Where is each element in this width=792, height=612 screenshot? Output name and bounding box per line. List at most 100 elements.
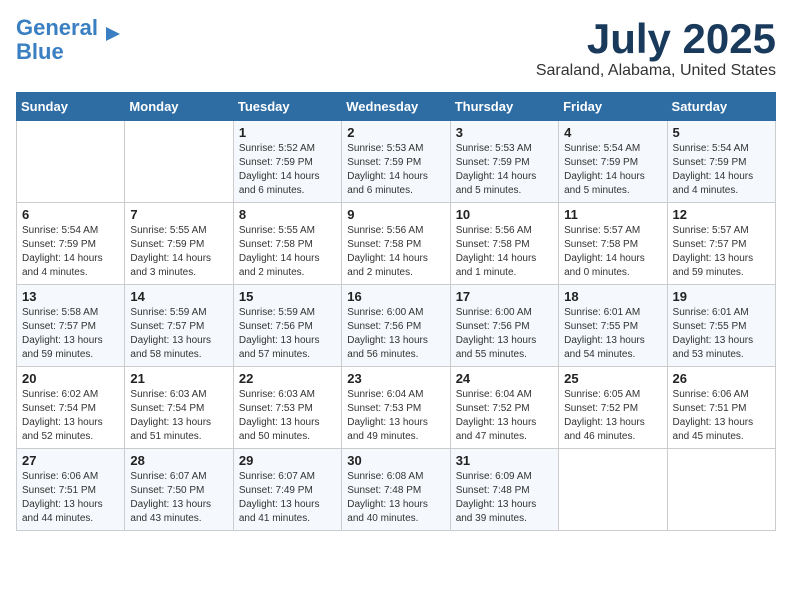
- calendar-cell: [125, 121, 233, 203]
- day-info: Sunrise: 5:57 AM Sunset: 7:58 PM Dayligh…: [564, 224, 661, 280]
- day-number: 16: [347, 289, 444, 304]
- calendar-cell: 8 Sunrise: 5:55 AM Sunset: 7:58 PM Daylig…: [233, 203, 341, 285]
- day-number: 25: [564, 371, 661, 386]
- day-number: 6: [22, 207, 119, 222]
- day-number: 11: [564, 207, 661, 222]
- day-info: Sunrise: 5:59 AM Sunset: 7:56 PM Dayligh…: [239, 306, 336, 362]
- calendar-cell: 6 Sunrise: 5:54 AM Sunset: 7:59 PM Daylig…: [17, 203, 125, 285]
- calendar-cell: 14Sunrise: 5:59 AM Sunset: 7:57 PM Dayli…: [125, 285, 233, 367]
- day-info: Sunrise: 6:04 AM Sunset: 7:52 PM Dayligh…: [456, 388, 553, 444]
- day-info: Sunrise: 5:54 AM Sunset: 7:59 PM Dayligh…: [564, 142, 661, 198]
- calendar-cell: 18Sunrise: 6:01 AM Sunset: 7:55 PM Dayli…: [559, 285, 667, 367]
- weekday-header: Sunday: [17, 93, 125, 121]
- day-info: Sunrise: 6:09 AM Sunset: 7:48 PM Dayligh…: [456, 470, 553, 526]
- logo-text: GeneralBlue: [16, 16, 98, 64]
- calendar-cell: [17, 121, 125, 203]
- page-header: GeneralBlue July 2025 Saraland, Alabama,…: [16, 16, 776, 80]
- calendar-cell: 31 Sunrise: 6:09 AM Sunset: 7:48 PM Dayli…: [450, 449, 558, 531]
- day-info: Sunrise: 5:58 AM Sunset: 7:57 PM Dayligh…: [22, 306, 119, 362]
- day-number: 28: [130, 453, 227, 468]
- calendar-cell: 3 Sunrise: 5:53 AM Sunset: 7:59 PM Daylig…: [450, 121, 558, 203]
- day-info: Sunrise: 5:53 AM Sunset: 7:59 PM Dayligh…: [347, 142, 444, 198]
- day-number: 9: [347, 207, 444, 222]
- title-block: July 2025 Saraland, Alabama, United Stat…: [536, 16, 776, 80]
- weekday-header: Wednesday: [342, 93, 450, 121]
- day-number: 19: [673, 289, 770, 304]
- calendar-cell: 10 Sunrise: 5:56 AM Sunset: 7:58 PM Dayli…: [450, 203, 558, 285]
- calendar-cell: 7Sunrise: 5:55 AM Sunset: 7:59 PM Daylig…: [125, 203, 233, 285]
- calendar-cell: 5 Sunrise: 5:54 AM Sunset: 7:59 PM Daylig…: [667, 121, 775, 203]
- logo: GeneralBlue: [16, 16, 124, 64]
- calendar-cell: 11 Sunrise: 5:57 AM Sunset: 7:58 PM Dayli…: [559, 203, 667, 285]
- calendar-cell: 25 Sunrise: 6:05 AM Sunset: 7:52 PM Dayli…: [559, 367, 667, 449]
- day-info: Sunrise: 6:01 AM Sunset: 7:55 PM Dayligh…: [673, 306, 770, 362]
- day-info: Sunrise: 6:07 AM Sunset: 7:49 PM Dayligh…: [239, 470, 336, 526]
- calendar-cell: 9 Sunrise: 5:56 AM Sunset: 7:58 PM Daylig…: [342, 203, 450, 285]
- day-number: 17: [456, 289, 553, 304]
- day-number: 26: [673, 371, 770, 386]
- calendar-cell: 20 Sunrise: 6:02 AM Sunset: 7:54 PM Dayli…: [17, 367, 125, 449]
- month-title: July 2025: [536, 16, 776, 62]
- calendar-cell: 28 Sunrise: 6:07 AM Sunset: 7:50 PM Dayli…: [125, 449, 233, 531]
- calendar-cell: 21 Sunrise: 6:03 AM Sunset: 7:54 PM Dayli…: [125, 367, 233, 449]
- day-number: 27: [22, 453, 119, 468]
- day-info: Sunrise: 5:56 AM Sunset: 7:58 PM Dayligh…: [456, 224, 553, 280]
- logo-arrow-icon: [102, 23, 124, 45]
- day-info: Sunrise: 5:55 AM Sunset: 7:58 PM Dayligh…: [239, 224, 336, 280]
- day-info: Sunrise: 6:04 AM Sunset: 7:53 PM Dayligh…: [347, 388, 444, 444]
- day-info: Sunrise: 5:54 AM Sunset: 7:59 PM Dayligh…: [673, 142, 770, 198]
- calendar-cell: 26 Sunrise: 6:06 AM Sunset: 7:51 PM Dayli…: [667, 367, 775, 449]
- day-number: 13: [22, 289, 119, 304]
- calendar-cell: 27 Sunrise: 6:06 AM Sunset: 7:51 PM Dayli…: [17, 449, 125, 531]
- calendar-week-row: 13 Sunrise: 5:58 AM Sunset: 7:57 PM Dayli…: [17, 285, 776, 367]
- calendar-cell: [667, 449, 775, 531]
- day-info: Sunrise: 5:59 AM Sunset: 7:57 PM Dayligh…: [130, 306, 227, 362]
- day-number: 4: [564, 125, 661, 140]
- calendar-cell: 24 Sunrise: 6:04 AM Sunset: 7:52 PM Dayli…: [450, 367, 558, 449]
- day-number: 29: [239, 453, 336, 468]
- day-info: Sunrise: 6:07 AM Sunset: 7:50 PM Dayligh…: [130, 470, 227, 526]
- day-info: Sunrise: 5:53 AM Sunset: 7:59 PM Dayligh…: [456, 142, 553, 198]
- day-number: 24: [456, 371, 553, 386]
- day-info: Sunrise: 5:56 AM Sunset: 7:58 PM Dayligh…: [347, 224, 444, 280]
- calendar-cell: 17 Sunrise: 6:00 AM Sunset: 7:56 PM Dayli…: [450, 285, 558, 367]
- calendar-cell: 16 Sunrise: 6:00 AM Sunset: 7:56 PM Dayli…: [342, 285, 450, 367]
- day-number: 3: [456, 125, 553, 140]
- day-info: Sunrise: 6:00 AM Sunset: 7:56 PM Dayligh…: [347, 306, 444, 362]
- day-info: Sunrise: 5:57 AM Sunset: 7:57 PM Dayligh…: [673, 224, 770, 280]
- day-number: 31: [456, 453, 553, 468]
- day-number: 1: [239, 125, 336, 140]
- day-info: Sunrise: 6:06 AM Sunset: 7:51 PM Dayligh…: [22, 470, 119, 526]
- calendar-cell: 13 Sunrise: 5:58 AM Sunset: 7:57 PM Dayli…: [17, 285, 125, 367]
- day-info: Sunrise: 6:03 AM Sunset: 7:53 PM Dayligh…: [239, 388, 336, 444]
- day-number: 10: [456, 207, 553, 222]
- day-info: Sunrise: 6:08 AM Sunset: 7:48 PM Dayligh…: [347, 470, 444, 526]
- calendar-cell: 23Sunrise: 6:04 AM Sunset: 7:53 PM Dayli…: [342, 367, 450, 449]
- weekday-header: Saturday: [667, 93, 775, 121]
- calendar-cell: 22Sunrise: 6:03 AM Sunset: 7:53 PM Dayli…: [233, 367, 341, 449]
- day-number: 21: [130, 371, 227, 386]
- day-info: Sunrise: 6:06 AM Sunset: 7:51 PM Dayligh…: [673, 388, 770, 444]
- day-info: Sunrise: 6:02 AM Sunset: 7:54 PM Dayligh…: [22, 388, 119, 444]
- day-number: 2: [347, 125, 444, 140]
- day-number: 7: [130, 207, 227, 222]
- calendar-cell: 2 Sunrise: 5:53 AM Sunset: 7:59 PM Daylig…: [342, 121, 450, 203]
- day-info: Sunrise: 5:54 AM Sunset: 7:59 PM Dayligh…: [22, 224, 119, 280]
- calendar-cell: 4 Sunrise: 5:54 AM Sunset: 7:59 PM Daylig…: [559, 121, 667, 203]
- day-number: 20: [22, 371, 119, 386]
- calendar-cell: 30 Sunrise: 6:08 AM Sunset: 7:48 PM Dayli…: [342, 449, 450, 531]
- weekday-header: Tuesday: [233, 93, 341, 121]
- calendar-week-row: 20 Sunrise: 6:02 AM Sunset: 7:54 PM Dayli…: [17, 367, 776, 449]
- day-info: Sunrise: 6:01 AM Sunset: 7:55 PM Dayligh…: [564, 306, 661, 362]
- calendar-cell: 29 Sunrise: 6:07 AM Sunset: 7:49 PM Dayli…: [233, 449, 341, 531]
- day-number: 5: [673, 125, 770, 140]
- calendar-week-row: 1Sunrise: 5:52 AM Sunset: 7:59 PM Daylig…: [17, 121, 776, 203]
- day-info: Sunrise: 6:03 AM Sunset: 7:54 PM Dayligh…: [130, 388, 227, 444]
- day-info: Sunrise: 6:05 AM Sunset: 7:52 PM Dayligh…: [564, 388, 661, 444]
- weekday-header: Monday: [125, 93, 233, 121]
- day-info: Sunrise: 6:00 AM Sunset: 7:56 PM Dayligh…: [456, 306, 553, 362]
- calendar-week-row: 27 Sunrise: 6:06 AM Sunset: 7:51 PM Dayli…: [17, 449, 776, 531]
- calendar-cell: 15Sunrise: 5:59 AM Sunset: 7:56 PM Dayli…: [233, 285, 341, 367]
- day-number: 30: [347, 453, 444, 468]
- day-number: 8: [239, 207, 336, 222]
